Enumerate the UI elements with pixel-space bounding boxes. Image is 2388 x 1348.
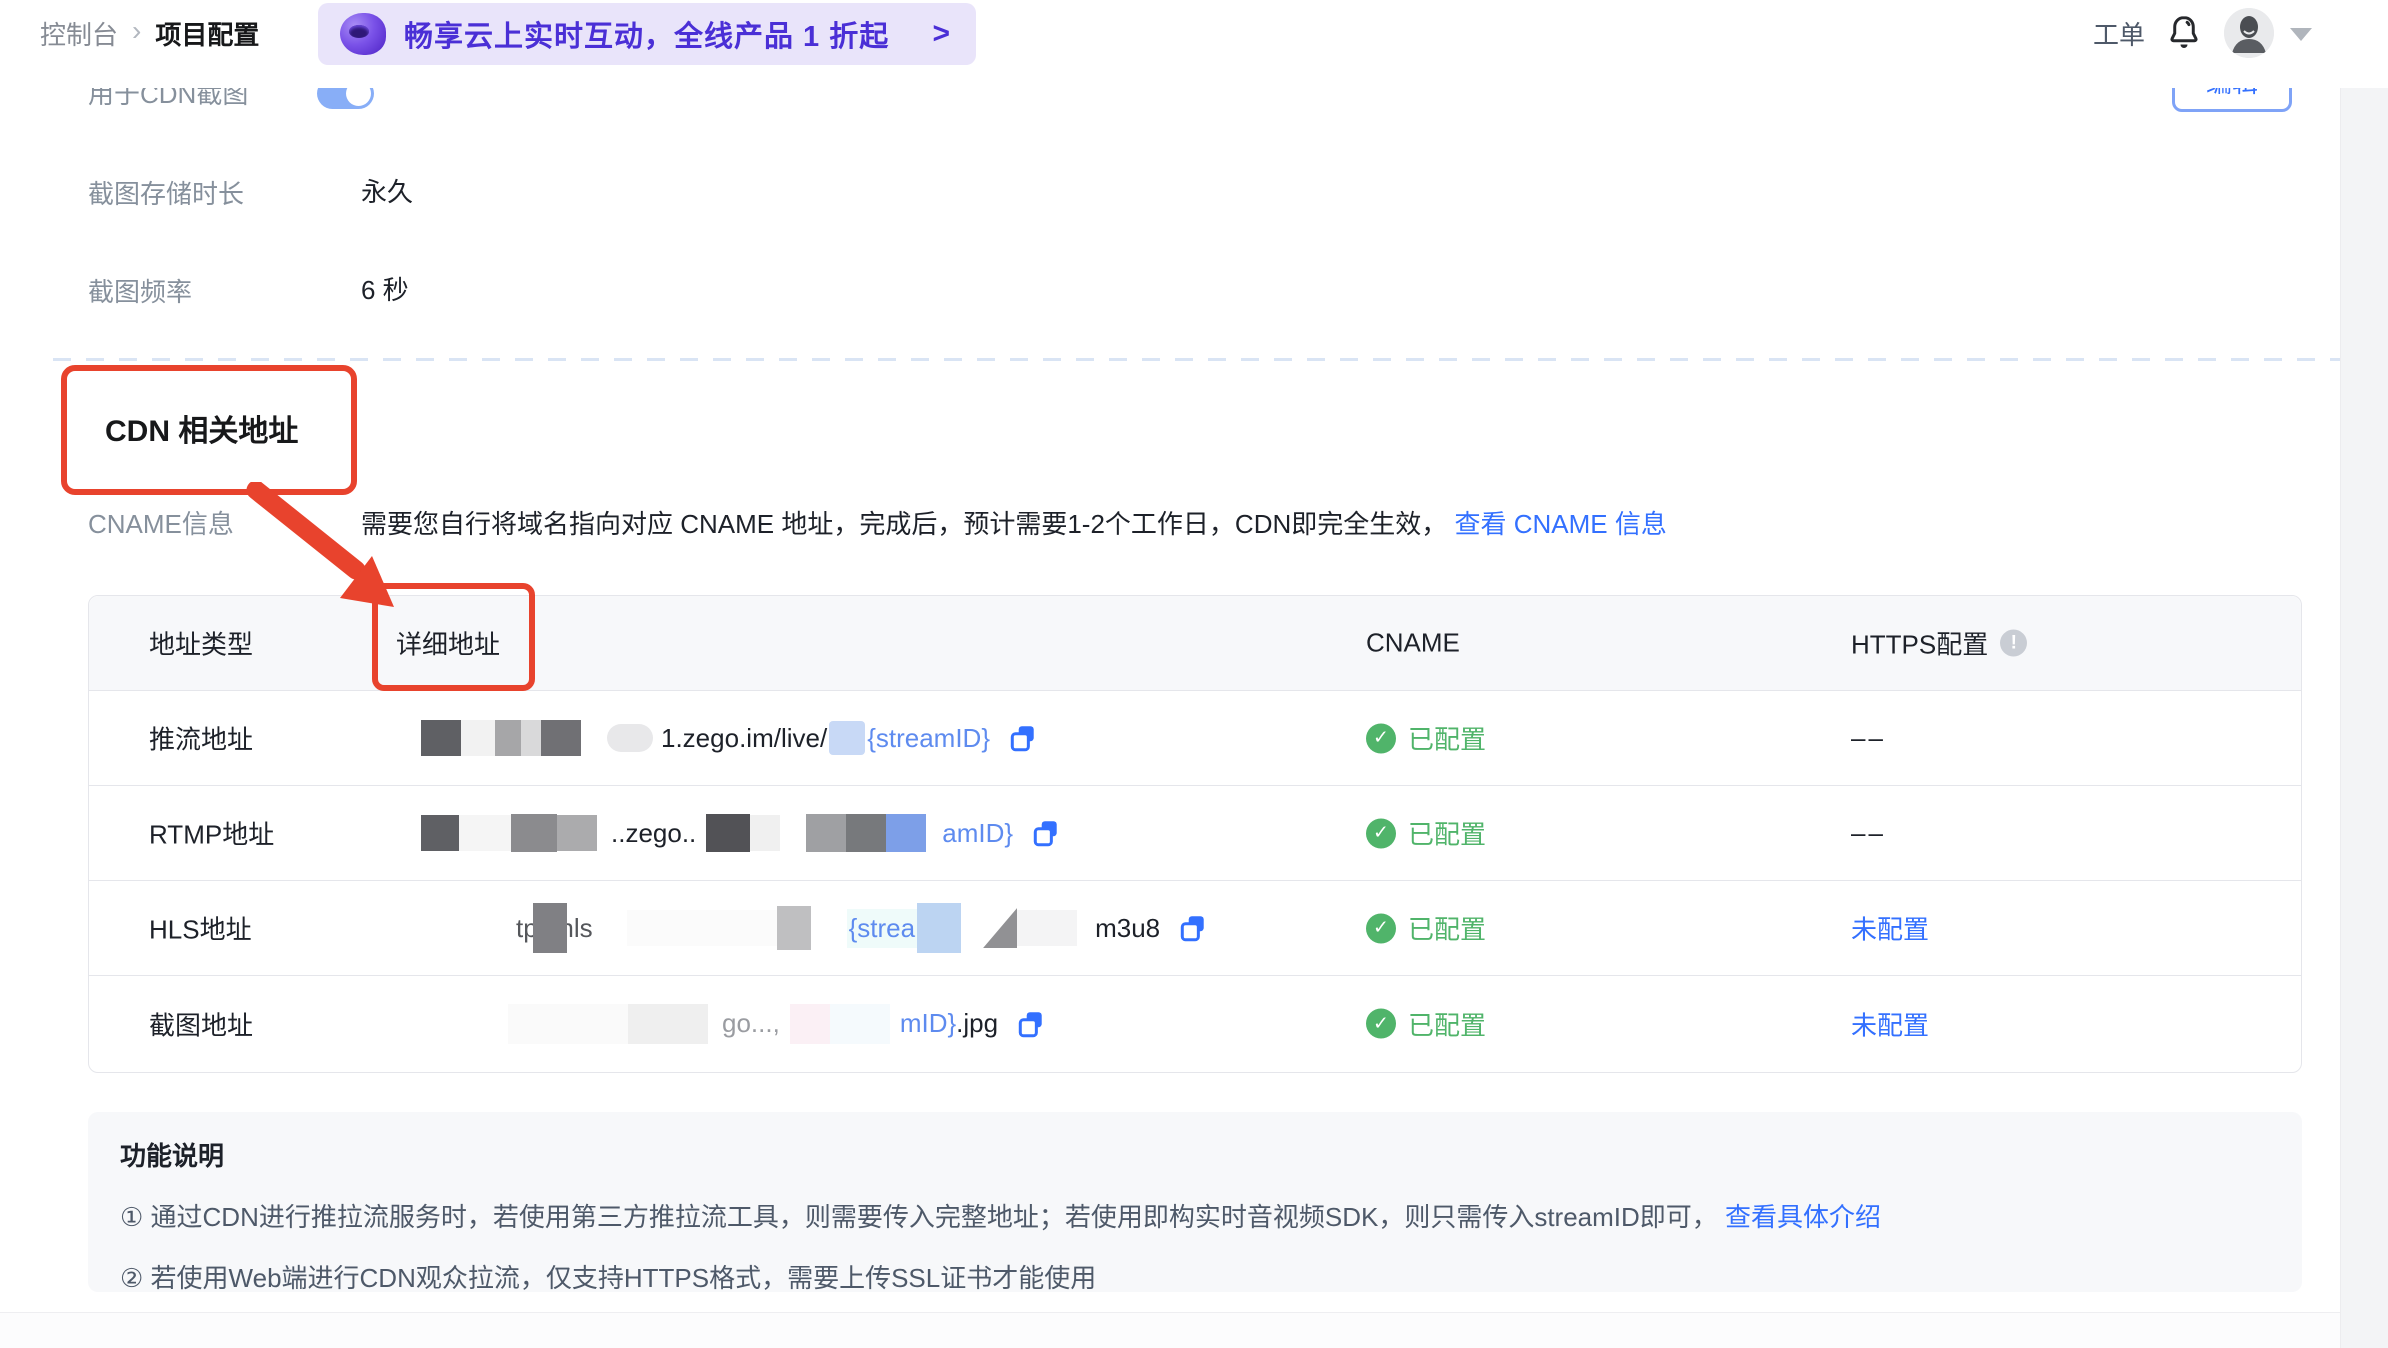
content-bottom-edge [0, 1312, 2340, 1348]
row-type: RTMP地址 [149, 819, 275, 850]
url-fragment-end: .jpg [956, 1008, 999, 1038]
header-address-type: 地址类型 [149, 629, 254, 660]
header-cname: CNAME [1366, 627, 1460, 658]
row-type: 推流地址 [149, 724, 254, 755]
row-detail: go..., mID} .jpg [508, 1003, 1046, 1044]
breadcrumb-current: 项目配置 [155, 19, 260, 50]
row-detail: ..zego.. amID} [421, 814, 1061, 852]
url-stream-id: amID} [942, 817, 1014, 848]
chevron-down-icon[interactable] [2290, 28, 2312, 41]
url-fragment-end: m3u8 [1095, 912, 1161, 943]
cname-status: ✓ 已配置 [1366, 720, 1486, 757]
annotation-box-section-title [61, 365, 357, 495]
view-cname-link[interactable]: 查看 CNAME 信息 [1454, 509, 1666, 539]
check-circle-icon: ✓ [1366, 723, 1396, 753]
row-detail: 1.zego.im/live/ {streamID} [421, 720, 1038, 756]
row-type: 截图地址 [149, 1010, 254, 1040]
https-status: –– [1851, 817, 1886, 848]
breadcrumb-root[interactable]: 控制台 [40, 15, 118, 52]
url-stream-id: mID} [899, 1008, 957, 1038]
check-circle-icon: ✓ [1366, 913, 1396, 943]
table-row: 截图地址 go..., mID} .jpg ✓ 已配置 未配置 [89, 976, 2301, 1071]
https-configure-link[interactable]: 未配置 [1851, 910, 1929, 947]
snapshot-frequency-value: 6 秒 [361, 275, 409, 305]
promo-banner-text: 畅享云上实时互动，全线产品 1 折起 [404, 21, 890, 53]
cname-desc-text: 需要您自行将域名指向对应 CNAME 地址，完成后，预计需要1-2个工作日，CD… [361, 509, 1448, 539]
url-stream-id: {strea [846, 908, 918, 948]
url-stream-id: {streamID} [867, 722, 991, 753]
scrollbar-gutter[interactable] [2340, 88, 2388, 1348]
promo-banner[interactable]: 畅享云上实时互动，全线产品 1 折起 > [318, 3, 976, 65]
url-fragment: 1.zego.im/live/ [661, 722, 828, 753]
snapshot-storage-value: 永久 [361, 177, 414, 207]
project-config-page: 用于CDN截图 编辑 控制台 › 项目配置 畅享云上实时互动，全线产品 1 折起… [0, 0, 2388, 1348]
chevron-right-icon: › [132, 15, 142, 46]
info-icon[interactable]: ! [2000, 629, 2028, 657]
copy-icon[interactable] [1031, 818, 1061, 848]
avatar[interactable] [2224, 8, 2274, 58]
cname-status: ✓ 已配置 [1366, 1005, 1486, 1042]
ticket-link[interactable]: 工单 [2093, 0, 2145, 66]
cname-info-desc: 需要您自行将域名指向对应 CNAME 地址，完成后，预计需要1-2个工作日，CD… [361, 504, 1667, 541]
snapshot-frequency-label: 截图频率 [88, 277, 193, 307]
arrow-right-icon: > [932, 17, 950, 50]
note-line-1-text: ① 通过CDN进行推拉流服务时，若使用第三方推拉流工具，则需要传入完整地址；若使… [120, 1202, 1718, 1232]
cname-status-text: 已配置 [1408, 914, 1487, 945]
notes-title: 功能说明 [120, 1141, 225, 1171]
note-line-1: ① 通过CDN进行推拉流服务时，若使用第三方推拉流工具，则需要传入完整地址；若使… [120, 1197, 2270, 1234]
cname-status: ✓ 已配置 [1366, 910, 1486, 947]
header-https: HTTPS配置 ! [1851, 625, 2028, 662]
url-fragment: ..zego.. [611, 817, 697, 848]
copy-icon[interactable] [1178, 913, 1208, 943]
breadcrumb: 控制台 › 项目配置 [40, 0, 259, 66]
cname-status-text: 已配置 [1408, 724, 1487, 755]
cname-status-text: 已配置 [1408, 1010, 1487, 1040]
row-type: HLS地址 [149, 914, 252, 945]
notification-bell-icon[interactable] [2163, 12, 2205, 54]
copy-icon[interactable] [1008, 723, 1038, 753]
url-fragment: go..., [722, 1008, 780, 1038]
feature-notes: 功能说明 ① 通过CDN进行推拉流服务时，若使用第三方推拉流工具，则需要传入完整… [88, 1112, 2302, 1293]
annotation-arrow [246, 482, 394, 607]
table-row: HLS地址 tp://hls {strea m3u8 ✓ 已配置 未配置 [89, 881, 2301, 976]
view-details-link[interactable]: 查看具体介绍 [1725, 1202, 1881, 1232]
dashed-divider [53, 358, 2340, 361]
row-detail: tp://hls {strea m3u8 [516, 903, 1208, 953]
table-row: RTMP地址 ..zego.. amID} ✓ 已配置 –– [89, 786, 2301, 881]
note-line-2: ② 若使用Web端进行CDN观众拉流，仅支持HTTPS格式，需要上传SSL证书才… [120, 1263, 1097, 1293]
topbar: 控制台 › 项目配置 畅享云上实时互动，全线产品 1 折起 > 工单 [0, 0, 2388, 88]
snapshot-storage-label: 截图存储时长 [88, 179, 245, 209]
https-status: –– [1851, 722, 1886, 753]
mascot-icon [340, 13, 386, 55]
cname-status: ✓ 已配置 [1366, 815, 1486, 852]
cname-status-text: 已配置 [1408, 819, 1487, 850]
copy-icon[interactable] [1016, 1009, 1046, 1039]
table-row: 推流地址 1.zego.im/live/ {streamID} ✓ 已配置 –– [89, 691, 2301, 786]
https-configure-link[interactable]: 未配置 [1851, 1005, 1929, 1042]
check-circle-icon: ✓ [1366, 1008, 1396, 1039]
cname-info-label: CNAME信息 [88, 509, 234, 539]
check-circle-icon: ✓ [1366, 818, 1396, 848]
